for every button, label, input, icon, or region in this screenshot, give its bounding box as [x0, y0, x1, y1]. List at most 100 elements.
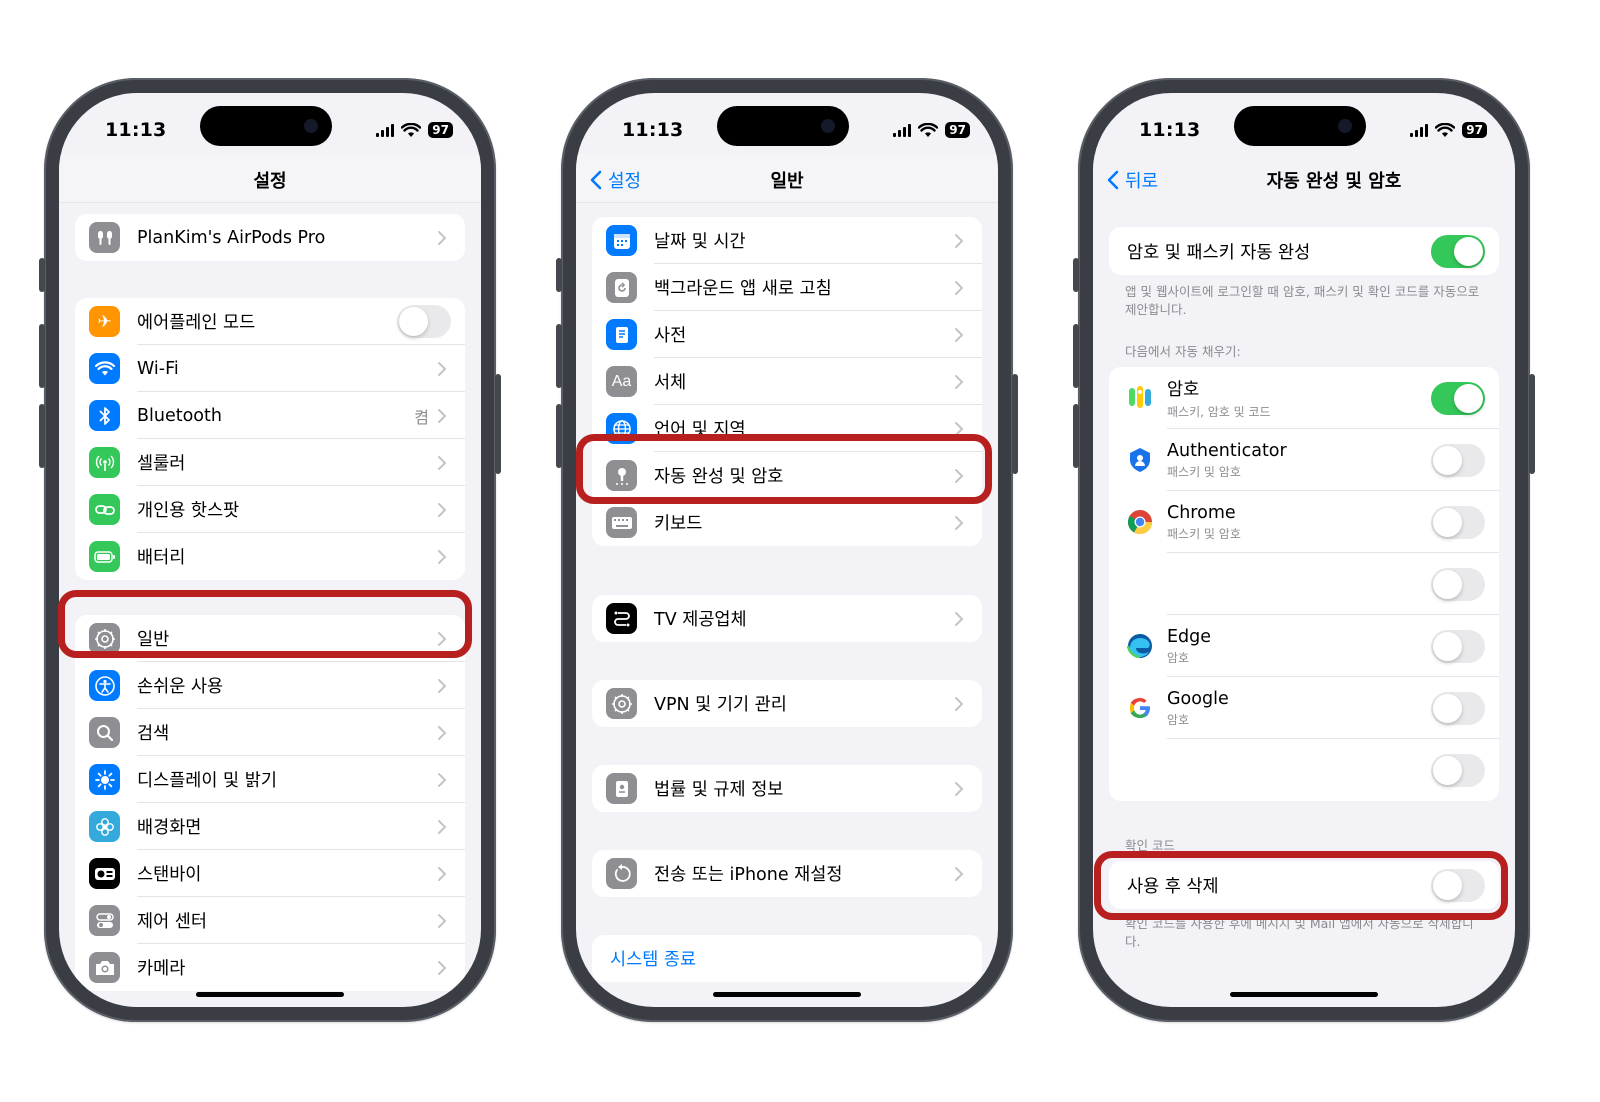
nav-bar: 뒤로 자동 완성 및 암호 [1093, 155, 1515, 203]
settings-row-camera[interactable]: 카메라 [75, 944, 465, 991]
chevron-right-icon [955, 781, 964, 796]
app-row-passwords[interactable]: 암호 패스키, 암호 및 코드 [1109, 367, 1499, 429]
control-center-icon [89, 905, 120, 936]
airplane-icon: ✈ [89, 306, 120, 337]
chrome-icon [1123, 505, 1157, 539]
settings-row-hotspot[interactable]: 개인용 핫스팟 [75, 486, 465, 533]
page-title: 자동 완성 및 암호 [1266, 171, 1402, 192]
settings-row-search[interactable]: 검색 [75, 709, 465, 756]
screen: 11:13 97 설정 PlanKim's AirPods Pro ✈ 에어플레… [59, 93, 481, 1007]
app-name: Authenticator [1167, 440, 1287, 461]
verification-group: 사용 후 삭제 [1109, 861, 1499, 909]
row-label: Wi-Fi [137, 358, 179, 379]
row-label: VPN 및 기기 관리 [654, 695, 787, 715]
shutdown-label: 시스템 종료 [610, 950, 697, 970]
app-subtitle: 패스키, 암호 및 코드 [1167, 405, 1271, 419]
volume-down-button [39, 404, 45, 468]
app-subtitle: 패스키 및 암호 [1167, 526, 1241, 541]
settings-row-control-center[interactable]: 제어 센터 [75, 897, 465, 944]
app-name: Google [1167, 688, 1229, 709]
back-button[interactable]: 뒤로 [1107, 167, 1158, 193]
row-label: 셀룰러 [137, 454, 186, 474]
row-label: 전송 또는 iPhone 재설정 [654, 865, 843, 885]
autofill-toggle[interactable] [1431, 234, 1485, 268]
globe-icon [606, 413, 637, 444]
volume-up-button [39, 324, 45, 388]
row-label: 백그라운드 앱 새로 고침 [654, 279, 832, 299]
settings-row-vpn[interactable]: VPN 및 기기 관리 [592, 680, 982, 727]
camera-icon [89, 952, 120, 983]
home-indicator [1230, 992, 1378, 997]
app-toggle[interactable] [1431, 443, 1485, 477]
row-label: 서체 [654, 373, 687, 393]
settings-row-keyboard[interactable]: 키보드 [592, 499, 982, 546]
row-label: 제어 센터 [137, 912, 207, 932]
settings-row-transfer-reset[interactable]: 전송 또는 iPhone 재설정 [592, 850, 982, 897]
settings-row-battery[interactable]: 배터리 [75, 533, 465, 580]
settings-row-legal[interactable]: 법률 및 규제 정보 [592, 765, 982, 812]
settings-row-dictionary[interactable]: 사전 [592, 311, 982, 358]
app-toggle[interactable] [1431, 629, 1485, 663]
autofill-passwords-row[interactable]: 암호 및 패스키 자동 완성 [1109, 227, 1499, 275]
app-toggle[interactable] [1431, 567, 1485, 601]
volume-down-button [1073, 404, 1079, 468]
chevron-right-icon [438, 631, 447, 646]
chevron-right-icon [438, 866, 447, 881]
chevron-right-icon [438, 502, 447, 517]
battery-status: 97 [945, 122, 970, 138]
screen: 11:13 97 뒤로 자동 완성 및 암호 암호 및 패스키 자동 완성 앱 … [1093, 93, 1515, 1007]
shutdown-button[interactable]: 시스템 종료 [592, 935, 982, 982]
delete-after-use-toggle[interactable] [1431, 868, 1485, 902]
screen: 11:13 97 설정 일반 날짜 및 시간 백그라운드 앱 새로 고침 사전 … [576, 93, 998, 1007]
app-row-chrome[interactable]: Chrome 패스키 및 암호 [1109, 491, 1499, 553]
home-indicator [196, 992, 344, 997]
app-name: Chrome [1167, 502, 1236, 523]
nav-bar: 설정 일반 [576, 155, 998, 203]
row-label: 스탠바이 [137, 865, 202, 885]
settings-row-general[interactable]: 일반 [75, 615, 465, 662]
dynamic-island [200, 106, 332, 146]
app-toggle[interactable] [1431, 753, 1485, 787]
section-header: 확인 코드 [1125, 838, 1175, 853]
row-label: 검색 [137, 724, 170, 744]
settings-row-accessibility[interactable]: 손쉬운 사용 [75, 662, 465, 709]
settings-row-display[interactable]: 디스플레이 및 밝기 [75, 756, 465, 803]
section-header: 다음에서 자동 채우기: [1125, 344, 1241, 359]
settings-row-date-time[interactable]: 날짜 및 시간 [592, 217, 982, 264]
chevron-right-icon [438, 230, 447, 245]
settings-row-language[interactable]: 언어 및 지역 [592, 405, 982, 452]
edge-icon [1123, 629, 1157, 663]
settings-row-wifi[interactable]: Wi-Fi [75, 345, 465, 392]
app-row-blank[interactable] [1109, 553, 1499, 615]
chevron-right-icon [438, 960, 447, 975]
wifi-icon [89, 353, 120, 384]
settings-row-wallpaper[interactable]: 배경화면 [75, 803, 465, 850]
settings-row-standby[interactable]: 스탠바이 [75, 850, 465, 897]
chevron-right-icon [438, 408, 447, 423]
signal-icon [893, 123, 912, 137]
chevron-right-icon [955, 515, 964, 530]
delete-after-use-row[interactable]: 사용 후 삭제 [1109, 861, 1499, 909]
airpods-row[interactable]: PlanKim's AirPods Pro [75, 214, 465, 261]
app-toggle[interactable] [1431, 691, 1485, 725]
app-row-blank[interactable] [1109, 739, 1499, 801]
app-row-google[interactable]: Google 암호 [1109, 677, 1499, 739]
settings-row-airplane[interactable]: ✈ 에어플레인 모드 [75, 298, 465, 345]
settings-row-background-refresh[interactable]: 백그라운드 앱 새로 고침 [592, 264, 982, 311]
settings-row-bluetooth[interactable]: Bluetooth 켬 [75, 392, 465, 439]
app-toggle[interactable] [1431, 381, 1485, 415]
row-label: 사용 후 삭제 [1127, 876, 1219, 897]
settings-row-tv-provider[interactable]: TV 제공업체 [592, 595, 982, 642]
app-toggle[interactable] [1431, 505, 1485, 539]
phone-autofill: 11:13 97 뒤로 자동 완성 및 암호 암호 및 패스키 자동 완성 앱 … [1073, 78, 1535, 1022]
settings-row-fonts[interactable]: Aa 서체 [592, 358, 982, 405]
settings-row-cellular[interactable]: 셀룰러 [75, 439, 465, 486]
settings-row-autofill-passwords[interactable]: 자동 완성 및 암호 [592, 452, 982, 499]
app-row-authenticator[interactable]: Authenticator 패스키 및 암호 [1109, 429, 1499, 491]
app-row-edge[interactable]: Edge 암호 [1109, 615, 1499, 677]
chevron-right-icon [438, 361, 447, 376]
airplane-toggle[interactable] [397, 305, 451, 338]
chevron-right-icon [438, 549, 447, 564]
chevron-right-icon [955, 421, 964, 436]
row-label: 자동 완성 및 암호 [654, 467, 784, 487]
